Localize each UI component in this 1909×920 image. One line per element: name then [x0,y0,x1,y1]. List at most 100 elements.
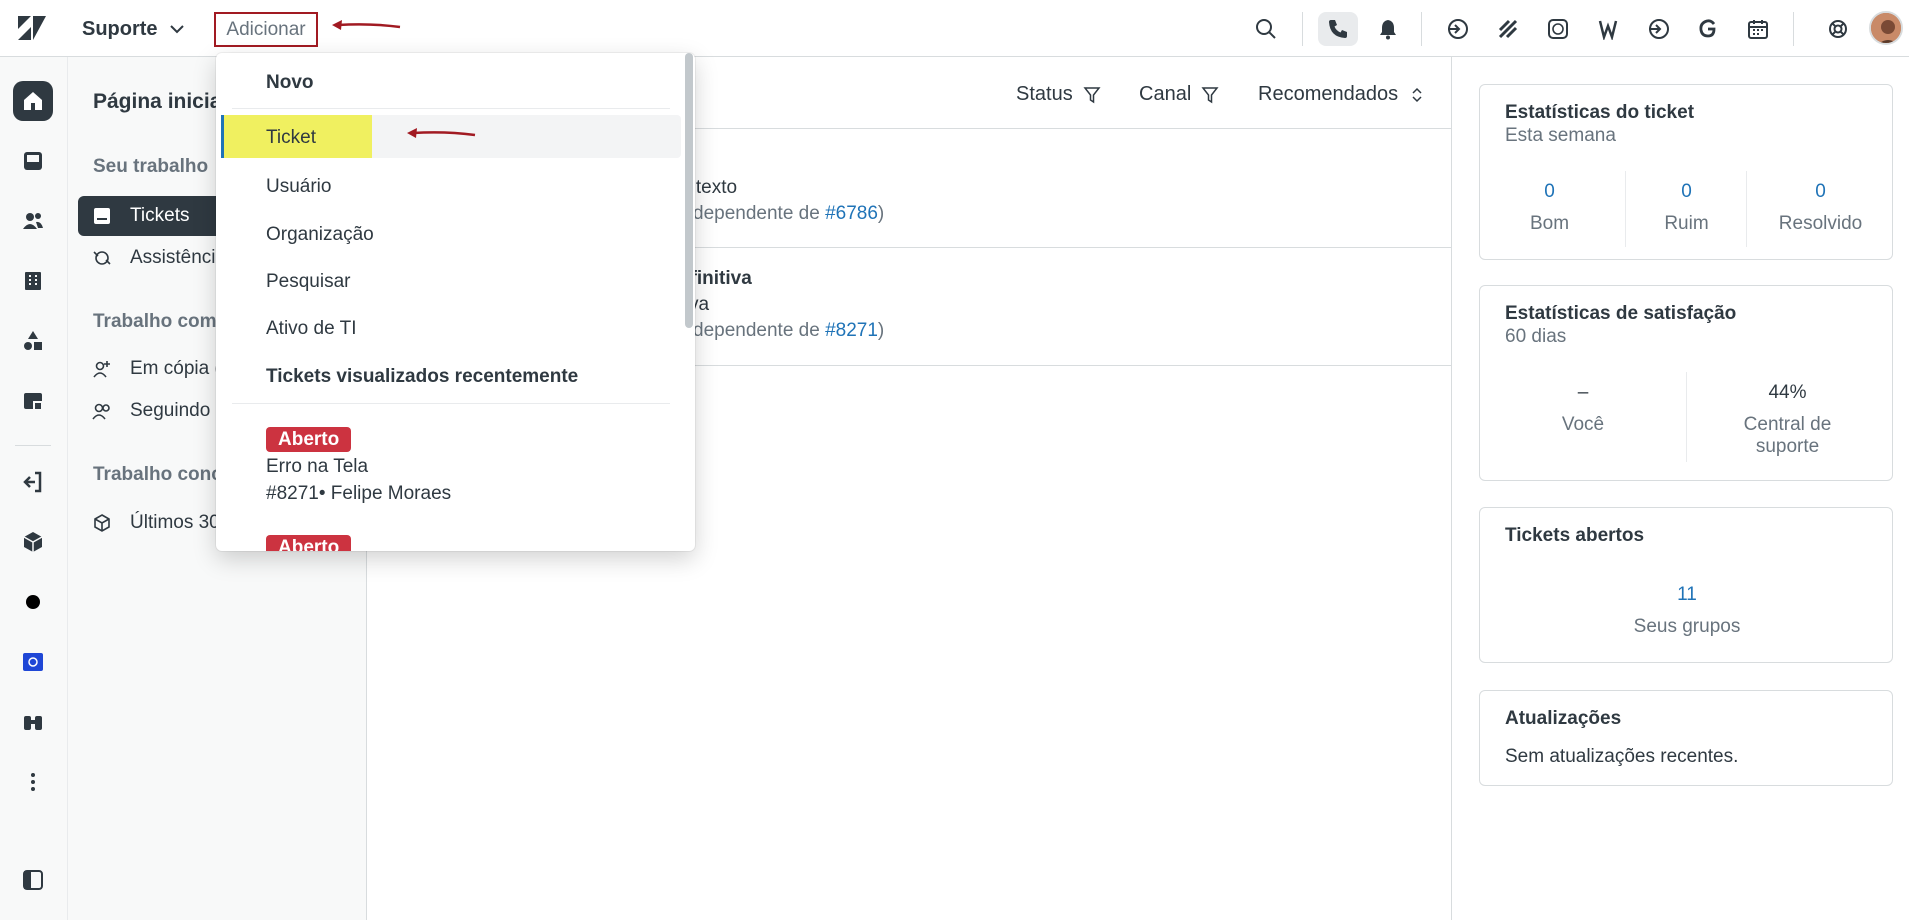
section-done: Trabalho conc [93,464,222,485]
stat-label: Resolvido [1778,213,1863,234]
whatsapp-icon[interactable] [1541,12,1575,46]
stat-value: 44% [1768,382,1807,403]
stat-label: Ruim [1664,213,1709,234]
phone-icon[interactable] [1318,12,1358,46]
card-title: Estatísticas do ticket [1505,102,1695,123]
sort-label: Recomendados [1258,83,1399,105]
stat-label: Central de suporte [1743,414,1832,457]
stat-your-groups[interactable]: 11 Seus grupos [1480,584,1894,638]
sign-in-icon[interactable] [1440,12,1474,46]
ticket-link[interactable]: #8271 [825,320,878,341]
menu-header-new: Novo [266,72,314,93]
add-button[interactable]: Adicionar [214,12,318,47]
building-icon[interactable] [13,261,53,301]
stat-value: 0 [1815,181,1826,202]
menu-item-ticket[interactable]: Ticket [221,115,681,158]
ticket-dependency: dependente de #8271) [693,320,884,342]
filter-label: Canal [1139,83,1192,105]
stat-good[interactable]: 0 Bom [1480,181,1619,235]
app-icon[interactable] [13,642,53,682]
left-rail [0,57,68,920]
bell-icon[interactable] [1371,12,1405,46]
stat-label: Seus grupos [1633,616,1741,637]
scrollbar[interactable] [685,53,693,328]
nav-item-label: Seguindo [130,400,211,421]
recent-ticket-meta: #8271• Felipe Moraes [266,483,452,504]
grid-icon[interactable] [1491,12,1525,46]
ticket-link[interactable]: #6786 [825,203,878,224]
dependency-text: dependente de [693,320,826,341]
dot-icon[interactable] [13,582,53,622]
search-icon[interactable] [1249,12,1283,46]
menu-item-user[interactable]: Usuário [266,176,331,198]
w-icon[interactable] [1591,12,1625,46]
users-icon[interactable] [13,201,53,241]
divider [1421,12,1422,46]
stat-you: – Você [1480,382,1686,436]
add-menu: Novo Ticket Usuário Organização Pesquisa… [216,53,695,551]
updates-text: Sem atualizações recentes. [1505,746,1739,767]
open-tickets-card: Tickets abertos 11 Seus grupos [1479,507,1893,663]
sign-in-icon[interactable] [1641,12,1675,46]
card-subtitle: 60 dias [1505,326,1567,347]
more-icon[interactable] [13,762,53,802]
users-outline-icon [92,403,110,420]
sort-icon [1412,87,1422,102]
menu-item-search[interactable]: Pesquisar [266,271,351,293]
card-subtitle: Esta semana [1505,125,1616,146]
section-shared: Trabalho com [93,311,217,332]
stat-value: – [1577,382,1589,403]
ticket-icon [94,208,110,224]
menu-item-organization[interactable]: Organização [266,224,374,246]
chevron-down-icon [169,25,184,34]
card-title: Atualizações [1505,708,1622,729]
panel-icon[interactable] [13,860,53,900]
product-switcher[interactable]: Suporte [82,15,186,43]
stat-solved[interactable]: 0 Resolvido [1747,181,1894,235]
annotation-arrow [332,20,401,30]
lifebuoy-icon[interactable] [1821,12,1855,46]
recent-ticket-item[interactable]: Aberto [216,527,686,551]
cube-icon[interactable] [13,522,53,562]
recent-ticket-title: Erro na Tela [266,456,369,477]
channel-filter[interactable]: Canal [1139,83,1219,106]
sort-dropdown[interactable]: Recomendados [1258,83,1426,106]
status-filter[interactable]: Status [1016,83,1101,106]
annotation-arrow [407,128,476,138]
filter-icon [1201,86,1219,103]
page-title: Página inicial [93,90,228,113]
menu-header-recent: Tickets visualizados recentemente [266,366,579,387]
divider [1793,12,1794,46]
calendar-icon[interactable] [1741,12,1775,46]
updates-card: Atualizações Sem atualizações recentes. [1479,690,1893,786]
ticket-stats-card: Estatísticas do ticket Esta semana 0 Bom… [1479,84,1893,260]
divider [1686,372,1687,462]
divider [15,445,51,446]
menu-item-label: Ticket [266,127,316,148]
stat-bad[interactable]: 0 Ruim [1626,181,1747,235]
report-icon[interactable] [13,381,53,421]
card-title: Tickets abertos [1505,525,1645,546]
recent-ticket-item[interactable]: Aberto Erro na Tela #8271• Felipe Moraes [216,419,686,519]
satisfaction-card: Estatísticas de satisfação 60 dias – Voc… [1479,285,1893,481]
menu-item-it-asset[interactable]: Ativo de TI [266,318,356,340]
nav-item-label: Assistência [130,247,227,268]
stat-label: Bom [1529,213,1570,234]
binoculars-icon[interactable] [13,702,53,742]
filter-label: Status [1016,83,1073,105]
divider [232,108,670,109]
section-your-work: Seu trabalho [93,156,209,177]
cube-outline-icon [94,514,110,532]
home-icon[interactable] [13,81,53,121]
ticket-dependency: dependente de #6786) [693,203,884,225]
zendesk-logo[interactable] [18,16,46,40]
stat-label: Você [1561,414,1605,435]
inbox-icon[interactable] [13,141,53,181]
product-name: Suporte [82,17,158,40]
avatar[interactable] [1869,11,1903,45]
dependency-suffix: ) [877,320,885,341]
exit-icon[interactable] [13,462,53,502]
shapes-icon[interactable] [13,321,53,361]
status-badge: Aberto [266,535,352,551]
g-icon[interactable] [1691,12,1725,46]
